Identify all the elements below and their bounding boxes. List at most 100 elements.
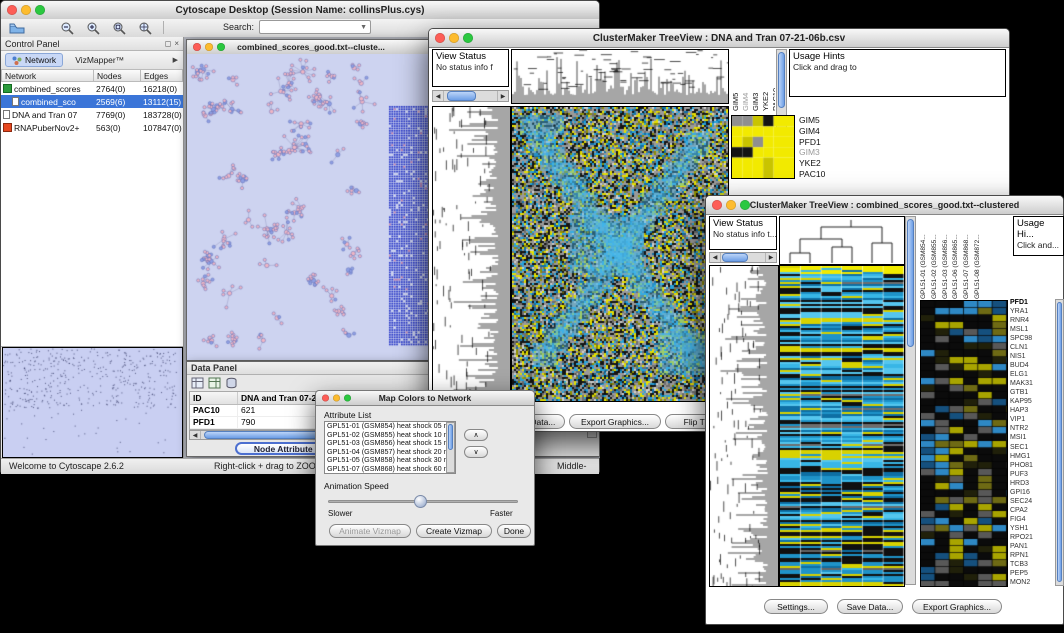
dialog-titlebar[interactable]: Map Colors to Network [316, 391, 534, 406]
export-graphics-button[interactable]: Export Graphics... [912, 599, 1002, 614]
zoom-row-label[interactable]: PAC10 [799, 169, 863, 179]
row-dendrogram[interactable] [709, 265, 779, 587]
gene-label[interactable]: TCB3 [1010, 561, 1054, 568]
zoom-selected-icon[interactable] [135, 20, 155, 36]
scroll-thumb[interactable] [907, 219, 914, 347]
close-button[interactable] [7, 5, 17, 15]
attribute-create-icon[interactable] [208, 377, 221, 389]
gene-label[interactable]: MON2 [1010, 579, 1054, 586]
network-graph-canvas[interactable] [187, 54, 435, 360]
export-graphics-button[interactable]: Export Graphics... [569, 414, 661, 429]
gene-label[interactable]: HRD3 [1010, 480, 1054, 487]
gene-label[interactable]: HMG1 [1010, 453, 1054, 460]
gene-label[interactable]: HAP3 [1010, 407, 1054, 414]
scroll-thumb[interactable] [448, 424, 453, 450]
search-input[interactable]: ▼ [259, 20, 371, 34]
col-network[interactable]: Network [1, 69, 94, 82]
col-id[interactable]: ID [190, 392, 238, 404]
gene-label[interactable]: PAN1 [1010, 543, 1054, 550]
close-panel-icon[interactable]: × [174, 39, 179, 48]
zoom-fit-icon[interactable] [109, 20, 129, 36]
zoom-button[interactable] [740, 200, 750, 210]
scroll-thumb[interactable] [1057, 302, 1062, 582]
gene-label[interactable]: FIG4 [1010, 516, 1054, 523]
gene-label[interactable]: RNR4 [1010, 317, 1054, 324]
zoom-column-label[interactable]: GPL51-02 (GSM855... [931, 216, 941, 299]
close-button[interactable] [712, 200, 722, 210]
zoom-column-label[interactable]: GIM5 [731, 49, 740, 111]
attribute-import-icon[interactable] [225, 377, 238, 389]
network-overview-thumbnail[interactable] [2, 347, 183, 458]
gene-label[interactable]: SPC98 [1010, 335, 1054, 342]
zoom-column-label[interactable]: GPL51-08 (GSM872... [974, 216, 984, 299]
scroll-left-icon[interactable]: ◀ [433, 93, 443, 100]
close-button[interactable] [322, 395, 329, 402]
tab-vizmapper[interactable]: VizMapper™ [75, 55, 124, 65]
gene-label[interactable]: NTR2 [1010, 425, 1054, 432]
main-titlebar[interactable]: Cytoscape Desktop (Session Name: collins… [1, 1, 599, 20]
zoom-column-label[interactable]: YKE2 [761, 49, 770, 111]
scroll-left-icon[interactable]: ◀ [710, 254, 720, 261]
close-button[interactable] [435, 33, 445, 43]
gene-label[interactable]: PFD1 [1010, 299, 1054, 306]
scroll-right-icon[interactable]: ▶ [498, 93, 508, 100]
save-data-button[interactable]: Save Data... [837, 599, 903, 614]
col-edges[interactable]: Edges [141, 69, 183, 82]
zoom-column-label[interactable]: GPL51-01 (GSM854... [920, 216, 930, 299]
scroll-thumb[interactable] [778, 52, 785, 108]
attribute-list-item[interactable]: GPL51-07 (GSM868) heat shock 60 min [325, 465, 455, 474]
zoom-heatmap[interactable] [920, 300, 1008, 587]
zoom-heatmap[interactable] [731, 115, 795, 179]
zoom-button[interactable] [463, 33, 473, 43]
gene-label[interactable]: SEC24 [1010, 498, 1054, 505]
scroll-thumb[interactable] [722, 253, 748, 262]
zoom-button[interactable] [35, 5, 45, 15]
tab-overflow-icon[interactable]: ▶ [173, 56, 178, 64]
gene-label[interactable]: RPN1 [1010, 552, 1054, 559]
global-heatmap[interactable] [511, 106, 729, 402]
global-vscrollbar[interactable] [905, 216, 916, 585]
gene-label[interactable]: NIS1 [1010, 353, 1054, 360]
gene-label[interactable]: RPO21 [1010, 534, 1054, 541]
minimize-button[interactable] [205, 43, 213, 51]
dendrogram-hscrollbar[interactable]: ◀ ▶ [709, 252, 777, 263]
zoom-button[interactable] [217, 43, 225, 51]
gene-label[interactable]: PUF3 [1010, 471, 1054, 478]
zoom-in-icon[interactable] [83, 20, 103, 36]
attribute-list-scrollbar[interactable] [446, 422, 455, 473]
minimize-button[interactable] [449, 33, 459, 43]
gene-label[interactable]: MSL1 [1010, 326, 1054, 333]
move-down-button[interactable]: ∨ [464, 446, 488, 458]
treeview-dna-titlebar[interactable]: ClusterMaker TreeView : DNA and Tran 07-… [429, 29, 1009, 48]
gene-label[interactable]: YRA1 [1010, 308, 1054, 315]
gene-label[interactable]: KAP95 [1010, 398, 1054, 405]
gene-label[interactable]: VIP1 [1010, 416, 1054, 423]
gene-label[interactable]: GTB1 [1010, 389, 1054, 396]
zoom-row-label[interactable]: YKE2 [799, 158, 863, 168]
scroll-right-icon[interactable]: ▶ [766, 254, 776, 261]
float-panel-icon[interactable]: ◻ [165, 39, 172, 48]
scroll-left-icon[interactable]: ◀ [190, 432, 200, 439]
minimize-button[interactable] [333, 395, 340, 402]
attribute-select-icon[interactable] [191, 377, 204, 389]
network-row[interactable]: combined_sco2569(6)13112(15) [1, 95, 183, 108]
gene-label[interactable]: CLN1 [1010, 344, 1054, 351]
gene-label[interactable]: YSH1 [1010, 525, 1054, 532]
gene-label[interactable]: PEP5 [1010, 570, 1054, 577]
zoom-out-icon[interactable] [57, 20, 77, 36]
gene-list-scrollbar[interactable] [1055, 299, 1064, 586]
network-row[interactable]: RNAPuberNov2+563(0)107847(0) [1, 121, 183, 134]
row-dendrogram[interactable] [432, 106, 511, 402]
zoom-column-label[interactable]: GIM4 [741, 49, 750, 111]
gene-label[interactable]: GPI16 [1010, 489, 1054, 496]
zoom-row-label[interactable]: GIM5 [799, 115, 863, 125]
tab-network[interactable]: Network [5, 53, 63, 67]
create-vizmap-button[interactable]: Create Vizmap [416, 524, 492, 538]
gene-label[interactable]: CPA2 [1010, 507, 1054, 514]
zoom-column-label[interactable]: GPL51-07 (GSM868... [963, 216, 973, 299]
animate-vizmap-button[interactable]: Animate Vizmap [329, 524, 411, 538]
attribute-list[interactable]: GPL51-01 (GSM854) heat shock 05 minGPL51… [324, 421, 456, 474]
gene-label[interactable]: MAK31 [1010, 380, 1054, 387]
done-button[interactable]: Done [497, 524, 531, 538]
network-view-titlebar[interactable]: combined_scores_good.txt--cluste... [187, 40, 435, 55]
